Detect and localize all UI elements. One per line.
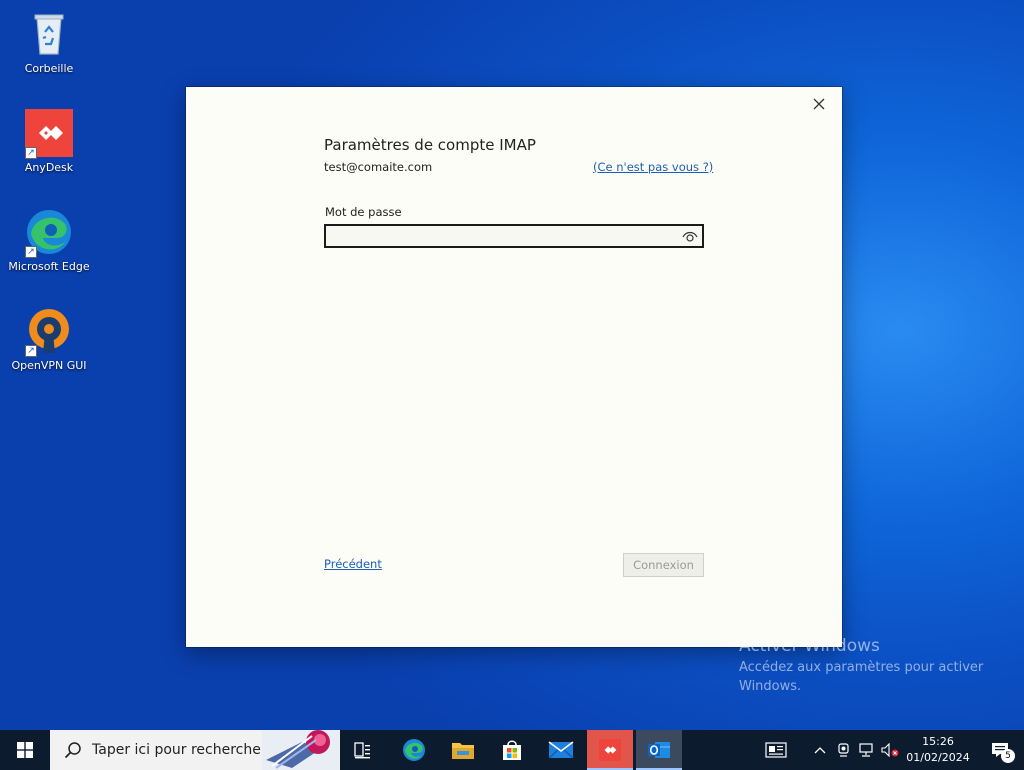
network-icon (859, 743, 873, 757)
outlook-icon (648, 742, 670, 758)
not-you-link[interactable]: (Ce n'est pas vous ?) (593, 160, 713, 174)
volume-muted-icon (881, 743, 899, 757)
shortcut-arrow-icon: ↗ (25, 345, 37, 357)
desktop-icon-label: Corbeille (24, 62, 74, 75)
watermark-subtitle: Accédez aux paramètres pour activer Wind… (739, 660, 984, 694)
dialog-title: Paramètres de compte IMAP (324, 136, 536, 154)
password-input[interactable] (326, 227, 678, 247)
desktop-icon-openvpn[interactable]: ↗ OpenVPN GUI (6, 307, 92, 372)
password-label: Mot de passe (325, 205, 402, 219)
shortcut-arrow-icon: ↗ (25, 246, 37, 258)
close-button[interactable] (808, 93, 830, 115)
chevron-up-icon (814, 747, 826, 754)
desktop-icon-recycle-bin[interactable]: Corbeille (6, 10, 92, 75)
previous-link[interactable]: Précédent (324, 557, 382, 571)
desktop-icon-label: AnyDesk (24, 161, 74, 174)
start-button[interactable] (0, 730, 50, 770)
taskbar-clock[interactable]: 15:26 01/02/2024 (900, 734, 976, 768)
webcam-icon (838, 743, 849, 757)
account-email: test@comaite.com (324, 160, 433, 174)
taskbar-file-explorer[interactable] (440, 730, 486, 770)
search-placeholder: Taper ici pour rechercher (92, 742, 267, 758)
imap-settings-dialog: Paramètres de compte IMAP test@comaite.c… (186, 87, 842, 647)
windows-logo-icon (17, 742, 33, 758)
taskbar-outlook[interactable] (636, 730, 682, 770)
openvpn-icon: ↗ (25, 307, 73, 357)
mail-icon (548, 741, 574, 759)
task-view-button[interactable] (340, 730, 386, 770)
taskbar-mail[interactable] (538, 730, 584, 770)
password-field[interactable] (324, 224, 704, 248)
connect-button[interactable]: Connexion (623, 553, 704, 577)
anydesk-icon: ↗ (25, 109, 73, 159)
tray-network[interactable] (857, 730, 877, 770)
clock-date: 01/02/2024 (906, 751, 970, 764)
search-icon (64, 742, 81, 759)
edge-icon: ↗ (25, 208, 73, 258)
taskbar-anydesk[interactable] (587, 730, 633, 770)
clock-time: 15:26 (922, 735, 954, 748)
taskbar-edge[interactable] (391, 730, 437, 770)
watermark-title: Activer Windows (739, 636, 880, 656)
activate-windows-watermark: Activer Windows Accédez aux paramètres p… (739, 636, 1009, 696)
news-icon (765, 742, 787, 758)
taskbar-search-box[interactable]: Taper ici pour rechercher (50, 730, 340, 770)
desktop-icon-label: OpenVPN GUI (11, 359, 87, 372)
show-password-eye-icon[interactable] (682, 229, 698, 243)
tray-news-widget[interactable] (760, 730, 792, 770)
notification-count-badge: 5 (1001, 749, 1015, 763)
tray-show-hidden-button[interactable] (810, 730, 830, 770)
taskbar-store[interactable] (489, 730, 535, 770)
file-explorer-icon (452, 743, 474, 759)
anydesk-icon (599, 739, 621, 761)
desktop-icon-label: Microsoft Edge (8, 260, 90, 273)
tray-volume[interactable] (880, 730, 900, 770)
close-icon (813, 98, 825, 110)
desktop-icon-anydesk[interactable]: ↗ AnyDesk (6, 109, 92, 174)
task-view-icon (354, 742, 370, 759)
recycle-bin-icon (25, 10, 73, 58)
tray-meet-now[interactable] (834, 730, 854, 770)
edge-icon (403, 739, 425, 761)
taskbar: Taper ici pour rechercher 15:26 01/02/20… (0, 730, 1024, 770)
notification-center-button[interactable]: 5 (980, 730, 1020, 770)
store-icon (503, 740, 521, 760)
shortcut-arrow-icon: ↗ (25, 147, 37, 159)
desktop-icon-edge[interactable]: ↗ Microsoft Edge (6, 208, 92, 273)
search-highlight-art-icon (262, 730, 340, 770)
